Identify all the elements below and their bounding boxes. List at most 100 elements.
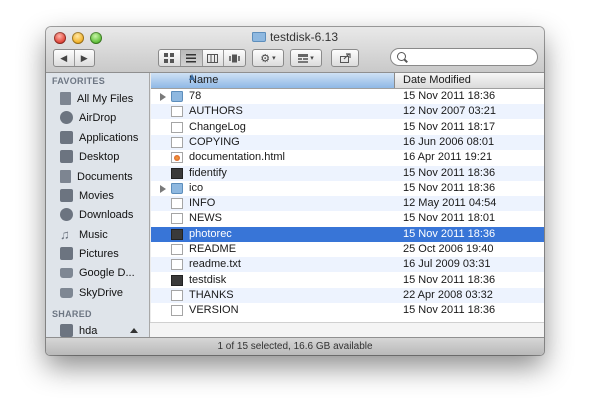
finder-window: testdisk-6.13 ◀ ▶ ⚙ ▾ ▾ FAVORITES All My… (46, 27, 544, 355)
file-date-modified: 16 Jun 2006 08:01 (403, 135, 495, 148)
sidebar-item-google-drive[interactable]: Google D... (60, 263, 149, 282)
file-row[interactable]: readme.txt 16 Jul 2009 03:31 (151, 257, 544, 273)
horizontal-scrollbar[interactable] (150, 322, 544, 338)
back-button[interactable]: ◀ (54, 50, 75, 66)
disclosure-triangle-icon[interactable] (160, 93, 166, 101)
sidebar-item-music[interactable]: ♫ Music (60, 225, 149, 244)
drive-icon (60, 324, 73, 337)
file-row[interactable]: README 25 Oct 2006 19:40 (151, 242, 544, 257)
executable-icon (171, 274, 183, 286)
folder-icon (60, 287, 73, 298)
file-row[interactable]: COPYING 16 Jun 2006 08:01 (151, 134, 544, 150)
document-icon (171, 121, 183, 133)
list-view-button[interactable] (180, 50, 203, 66)
documents-icon (60, 170, 71, 183)
document-icon (171, 259, 183, 271)
search-icon (397, 52, 406, 61)
window-title: testdisk-6.13 (46, 30, 544, 44)
column-header-bar: Name Date Modified (151, 73, 544, 89)
file-name: ico (189, 181, 204, 194)
sidebar-item-desktop[interactable]: Desktop (60, 147, 149, 166)
sidebar-item-downloads[interactable]: Downloads (60, 205, 149, 224)
sidebar-item-airdrop[interactable]: AirDrop (60, 108, 149, 127)
sidebar-favorites-header: FAVORITES (52, 76, 106, 86)
file-name: INFO (189, 197, 216, 210)
document-icon (171, 198, 183, 210)
file-row[interactable]: ico 15 Nov 2011 18:36 (151, 181, 544, 196)
document-icon (171, 244, 183, 255)
status-bar: 1 of 15 selected, 16.6 GB available (46, 337, 544, 355)
column-header-name[interactable]: Name (151, 73, 395, 88)
sidebar-item-movies[interactable]: Movies (60, 186, 149, 205)
file-name: ChangeLog (189, 120, 246, 133)
file-row[interactable]: fidentify 15 Nov 2011 18:36 (151, 165, 544, 181)
airdrop-icon (60, 111, 73, 124)
file-row[interactable]: VERSION 15 Nov 2011 18:36 (151, 303, 544, 318)
file-date-modified: 22 Apr 2008 03:32 (403, 288, 493, 301)
file-name: COPYING (189, 135, 240, 148)
file-date-modified: 15 Nov 2011 18:36 (403, 181, 496, 194)
document-icon (171, 213, 183, 225)
share-button[interactable] (331, 49, 359, 67)
file-date-modified: 15 Nov 2011 18:36 (403, 273, 496, 286)
file-name: fidentify (189, 166, 227, 179)
file-row[interactable]: THANKS 22 Apr 2008 03:32 (151, 287, 544, 303)
action-button[interactable]: ⚙ ▾ (252, 49, 284, 67)
chevron-down-icon: ▾ (272, 55, 276, 62)
share-icon (339, 53, 351, 63)
file-row[interactable]: ChangeLog 15 Nov 2011 18:17 (151, 120, 544, 135)
sidebar-item-skydrive[interactable]: SkyDrive (60, 283, 149, 302)
file-name: README (189, 243, 237, 255)
search-field[interactable] (390, 48, 538, 66)
document-icon (171, 305, 183, 317)
coverflow-view-button[interactable] (224, 50, 245, 66)
sidebar-item-pictures[interactable]: Pictures (60, 244, 149, 263)
file-name: testdisk (189, 273, 227, 286)
coverflow-view-icon (229, 54, 241, 62)
document-icon (171, 289, 183, 301)
file-name: AUTHORS (189, 105, 243, 118)
eject-icon[interactable] (130, 328, 138, 333)
sidebar-item-documents[interactable]: Documents (60, 167, 149, 186)
file-date-modified: 15 Nov 2011 18:36 (403, 227, 496, 240)
folder-icon (171, 182, 183, 194)
file-row[interactable]: AUTHORS 12 Nov 2007 03:21 (151, 104, 544, 120)
gear-icon: ⚙ (260, 52, 271, 65)
executable-icon (171, 228, 183, 240)
file-row[interactable]: testdisk 15 Nov 2011 18:36 (151, 273, 544, 288)
file-name: 78 (189, 90, 202, 102)
file-name: documentation.html (189, 151, 285, 164)
html-file-icon (171, 152, 183, 164)
sidebar: FAVORITES All My Files AirDrop Applicati… (46, 73, 150, 337)
arrange-button[interactable]: ▾ (290, 49, 322, 67)
file-row[interactable]: photorec 15 Nov 2011 18:36 (151, 226, 544, 242)
file-row[interactable]: documentation.html 16 Apr 2011 19:21 (151, 150, 544, 165)
file-name: VERSION (189, 304, 239, 317)
file-date-modified: 15 Nov 2011 18:17 (403, 120, 496, 133)
document-icon (171, 106, 183, 118)
file-row[interactable]: INFO 12 May 2011 04:54 (151, 196, 544, 212)
file-date-modified: 15 Nov 2011 18:36 (403, 166, 496, 179)
file-name: THANKS (189, 288, 234, 301)
chevron-down-icon: ▾ (310, 55, 314, 62)
folder-icon (60, 267, 73, 278)
column-view-button[interactable] (203, 50, 225, 66)
sidebar-item-applications[interactable]: Applications (60, 128, 149, 147)
icon-view-icon (164, 53, 175, 63)
list-view-icon (186, 53, 197, 62)
movies-icon (60, 189, 73, 202)
disclosure-triangle-icon[interactable] (160, 184, 166, 193)
sidebar-shared-header: SHARED (52, 309, 92, 319)
file-row[interactable]: NEWS 15 Nov 2011 18:01 (151, 211, 544, 226)
file-date-modified: 15 Nov 2011 18:36 (403, 304, 496, 317)
icon-view-button[interactable] (159, 50, 181, 66)
file-name: photorec (189, 227, 232, 240)
desktop-icon (60, 150, 73, 163)
sidebar-item-all-my-files[interactable]: All My Files (60, 89, 149, 108)
file-date-modified: 15 Nov 2011 18:36 (403, 90, 496, 102)
file-row[interactable]: 78 15 Nov 2011 18:36 (151, 89, 544, 104)
all-files-icon (60, 92, 71, 105)
arrange-icon (298, 53, 309, 63)
downloads-icon (60, 208, 73, 221)
forward-button[interactable]: ▶ (75, 50, 95, 66)
